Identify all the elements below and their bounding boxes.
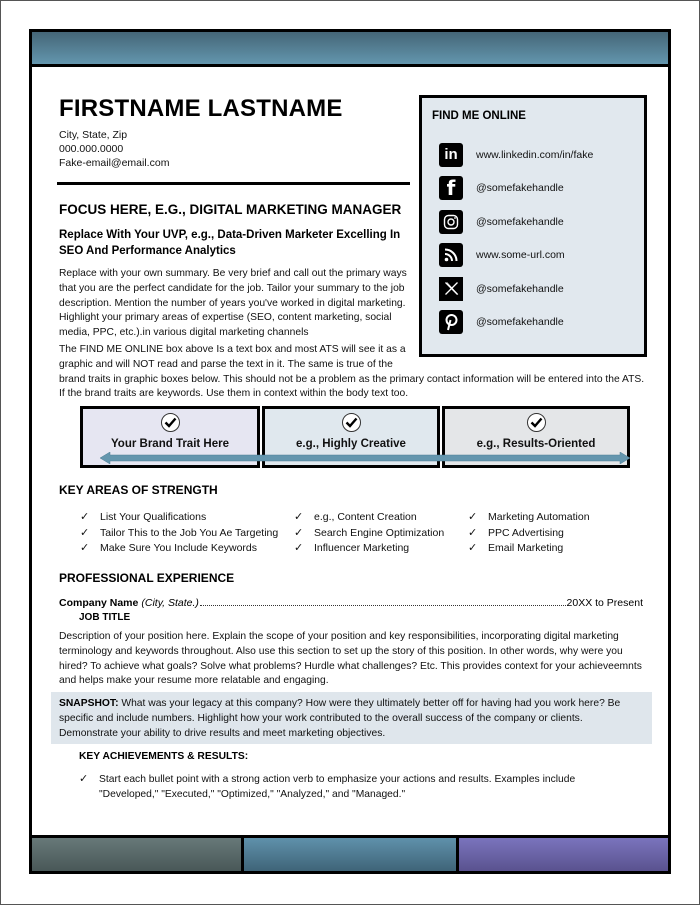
online-item-x: @somefakehandle	[432, 272, 634, 306]
check-icon: ✓	[294, 542, 304, 554]
footer-bar-purple	[459, 838, 668, 871]
company-line: Company Name (City, State.) 20XX to Pres…	[59, 597, 643, 609]
candidate-name: FIRSTNAME LASTNAME	[59, 95, 343, 122]
strength-text: Search Engine Optimization	[314, 526, 445, 539]
strength-text: Marketing Automation	[488, 511, 590, 523]
online-item-text: @somefakehandle	[476, 282, 564, 295]
strengths-heading: KEY AREAS OF STRENGTH	[59, 483, 218, 497]
x-twitter-icon	[439, 276, 463, 301]
strengths-list: ✓ List Your Qualifications ✓ Tailor This t…	[80, 510, 660, 557]
contact-location: City, State, Zip	[59, 129, 128, 141]
check-icon: ✓	[80, 511, 90, 523]
dot-leader	[199, 605, 566, 606]
contact-info: City, State, Zip 000.000.0000 Fake-email…	[59, 128, 169, 170]
check-icon: ✓	[468, 542, 478, 554]
strength-text: Influencer Marketing	[314, 542, 410, 554]
online-item-pinterest: @somefakehandle	[432, 306, 634, 340]
header-color-bar	[32, 32, 668, 67]
ats-note-part1: The FIND ME ONLINE box above Is a text b…	[59, 344, 406, 370]
summary-paragraph: Replace with your own summary. Be very b…	[59, 268, 407, 339]
check-icon: ✓	[80, 526, 90, 539]
check-circle-icon	[526, 413, 546, 432]
online-item-text: @somefakehandle	[476, 182, 564, 195]
strength-text: Make Sure You Include Keywords	[100, 542, 258, 554]
online-item-text: @somefakehandle	[476, 215, 564, 228]
position-description: Description of your position here. Expla…	[59, 631, 642, 687]
strength-text: Email Marketing	[488, 542, 564, 554]
online-item-instagram: @somefakehandle	[432, 205, 634, 239]
achievement-text: Start each bullet point with a strong ac…	[99, 774, 576, 800]
strength-item: ✓ List Your Qualifications	[80, 510, 294, 526]
check-icon: ✓	[294, 511, 304, 523]
online-box-title: FIND ME ONLINE	[432, 110, 526, 122]
uvp-statement: Replace With Your UVP, e.g., Data-Driven…	[59, 229, 401, 257]
strengths-column: ✓ List Your Qualifications ✓ Tailor This t…	[80, 510, 294, 557]
snapshot-box: SNAPSHOT: What was your legacy at this c…	[51, 692, 652, 744]
pinterest-icon	[439, 310, 463, 335]
strength-item: ✓ Email Marketing	[468, 541, 590, 557]
check-icon: ✓	[294, 526, 304, 539]
check-circle-icon	[160, 413, 180, 432]
online-item-text: @somefakehandle	[476, 316, 564, 329]
instagram-icon	[439, 209, 463, 234]
contact-email: Fake-email@email.com	[59, 157, 170, 169]
company-name: Company Name	[59, 597, 139, 609]
strengths-column: ✓ Marketing Automation ✓ PPC Advertising ✓…	[468, 510, 590, 557]
online-item-facebook: f @somefakehandle	[432, 172, 634, 206]
ats-note-paragraph: The FIND ME ONLINE box above Is a text b…	[59, 343, 649, 402]
strength-text: PPC Advertising	[488, 526, 564, 539]
strength-item: ✓ Influencer Marketing	[294, 541, 468, 557]
experience-heading: PROFESSIONAL EXPERIENCE	[59, 571, 235, 585]
strength-item: ✓ e.g., Content Creation	[294, 510, 468, 526]
resume-page: FIRSTNAME LASTNAME City, State, Zip 000.…	[29, 29, 671, 874]
brand-trait-label: e.g., Results-Oriented	[476, 438, 596, 450]
snapshot-label: SNAPSHOT:	[59, 698, 119, 709]
strength-item: ✓ Tailor This to the Job You Ae Targeting	[80, 526, 294, 542]
strength-item: ✓ Marketing Automation	[468, 510, 590, 526]
strength-text: e.g., Content Creation	[314, 511, 417, 523]
brand-traits: Your Brand Trait Here e.g., Highly Creat…	[80, 406, 651, 468]
footer-bar-blue	[244, 838, 459, 871]
focus-heading: FOCUS HERE, E.G., DIGITAL MARKETING MANA…	[59, 202, 402, 217]
snapshot-text: What was your legacy at this company? Ho…	[59, 698, 621, 739]
check-icon: ✓	[80, 542, 90, 554]
check-icon: ✓	[468, 526, 478, 539]
company-location: (City, State.)	[141, 597, 199, 609]
achievement-item: ✓ Start each bullet point with a strong …	[79, 772, 619, 802]
strength-text: List Your Qualifications	[100, 511, 207, 523]
ats-note-part2: brand traits in graphic boxes below. Thi…	[59, 373, 645, 400]
employment-dates: 20XX to Present	[566, 597, 643, 609]
name-divider	[57, 182, 410, 185]
strength-text: Tailor This to the Job You Ae Targeting	[100, 526, 279, 539]
linkedin-icon: in	[439, 142, 463, 167]
strength-item: ✓ Search Engine Optimization	[294, 526, 468, 542]
online-item-website: www.some-url.com	[432, 239, 634, 273]
rss-icon	[439, 243, 463, 268]
strengths-column: ✓ e.g., Content Creation ✓ Search Engine O…	[294, 510, 468, 557]
achievements-heading: KEY ACHIEVEMENTS & RESULTS:	[79, 751, 249, 762]
strength-item: ✓ Make Sure You Include Keywords	[80, 541, 294, 557]
contact-phone: 000.000.0000	[59, 143, 124, 155]
online-item-text: www.some-url.com	[476, 249, 565, 262]
facebook-icon: f	[439, 176, 463, 201]
brand-trait-label: Your Brand Trait Here	[110, 438, 229, 450]
footer-bar-gray	[32, 838, 244, 871]
brand-trait-label: e.g., Highly Creative	[296, 438, 406, 450]
job-title: JOB TITLE	[79, 612, 131, 623]
online-item-text: www.linkedin.com/in/fake	[476, 148, 594, 161]
strength-item: ✓ PPC Advertising	[468, 526, 590, 542]
check-icon: ✓	[468, 511, 478, 523]
check-icon: ✓	[79, 773, 89, 785]
double-arrow-icon	[100, 452, 630, 464]
find-me-online-box: FIND ME ONLINE in www.linkedin.com/in/fa…	[419, 95, 647, 357]
check-circle-icon	[341, 413, 361, 432]
online-item-linkedin: in www.linkedin.com/in/fake	[432, 138, 634, 172]
